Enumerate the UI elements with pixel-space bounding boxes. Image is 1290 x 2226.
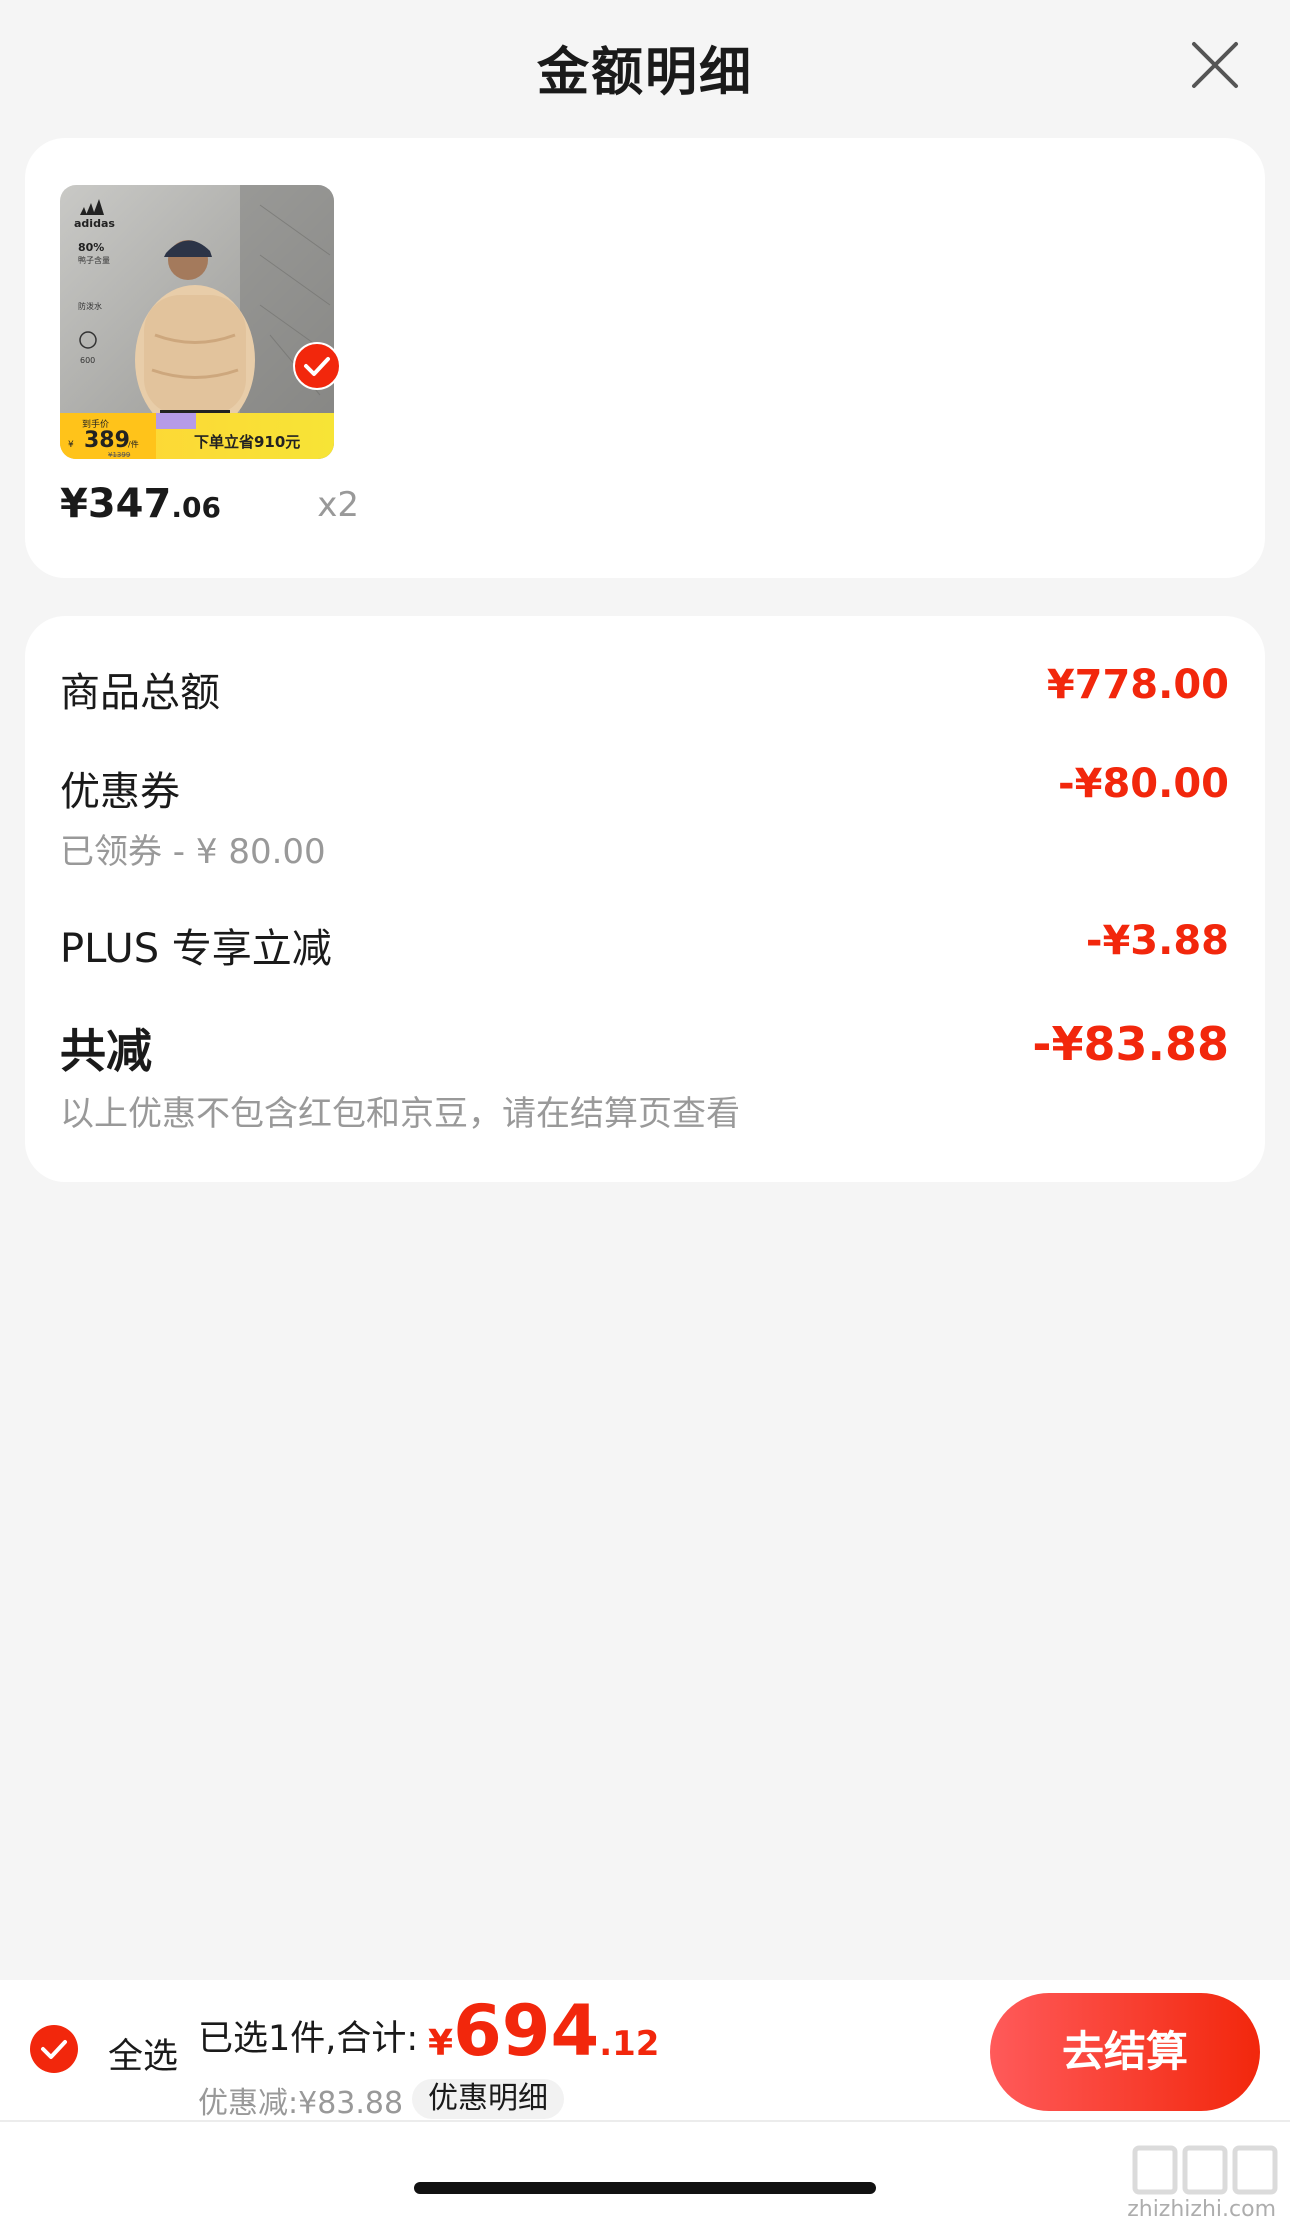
unit-price-int: ¥347 — [60, 481, 172, 527]
unit-price: ¥347.06 — [60, 481, 221, 527]
coupon-value: -¥80.00 — [1058, 761, 1229, 807]
svg-text:¥: ¥ — [68, 440, 74, 450]
total-price: ¥694.12 — [428, 1990, 659, 2072]
coupon-label: 优惠券 — [60, 769, 180, 815]
subtotal-value: ¥778.00 — [1046, 662, 1229, 708]
svg-text:adidas: adidas — [74, 217, 115, 230]
close-icon[interactable] — [1180, 30, 1250, 100]
svg-text:鸭子含量: 鸭子含量 — [78, 255, 110, 265]
total-discount-value: -¥83.88 — [1032, 1017, 1229, 1071]
page-title: 金额明细 — [536, 43, 753, 103]
plus-discount-label: PLUS 专享立减 — [60, 926, 332, 972]
discount-summary: 优惠减:¥83.88 — [198, 2086, 404, 2121]
svg-text:防泼水: 防泼水 — [78, 301, 102, 311]
svg-text:80%: 80% — [78, 241, 104, 254]
select-all-checkbox-icon[interactable] — [30, 2025, 78, 2073]
coupon-sub: 已领券 - ¥ 80.00 — [60, 832, 326, 872]
total-discount-note: 以上优惠不包含红包和京豆，请在结算页查看 — [60, 1094, 740, 1134]
total-dec: .12 — [599, 2024, 660, 2064]
svg-text:/件: /件 — [128, 439, 139, 449]
product-card: adidas 80% 鸭子含量 防泼水 600 到手价 ¥ 389 /件 ¥13… — [25, 138, 1265, 578]
total-discount-label: 共减 — [60, 1024, 152, 1078]
svg-text:389: 389 — [84, 428, 130, 453]
svg-text:¥1399: ¥1399 — [108, 451, 130, 459]
svg-text:下单立省910元: 下单立省910元 — [194, 433, 300, 451]
amount-detail-card: 商品总额 ¥778.00 优惠券 -¥80.00 已领券 - ¥ 80.00 P… — [25, 616, 1265, 1182]
divider — [0, 2120, 1290, 2122]
total-int: 694 — [453, 1990, 600, 2072]
select-all-label[interactable]: 全选 — [108, 2028, 178, 2079]
subtotal-label: 商品总额 — [60, 670, 220, 716]
watermark-text: zhizhizhi.com — [1127, 2197, 1276, 2222]
unit-price-dec: .06 — [171, 491, 221, 524]
total-currency: ¥ — [428, 2023, 454, 2064]
home-indicator[interactable] — [414, 2182, 876, 2194]
product-image[interactable]: adidas 80% 鸭子含量 防泼水 600 到手价 ¥ 389 /件 ¥13… — [60, 185, 334, 459]
svg-text:600: 600 — [80, 356, 95, 365]
quantity: x2 — [317, 485, 359, 525]
product-checked-icon[interactable] — [293, 342, 341, 390]
sheet-header: 金额明细 — [0, 0, 1290, 130]
discount-detail-button[interactable]: 优惠明细 — [412, 2079, 564, 2119]
selected-summary: 已选1件,合计: — [198, 2019, 419, 2059]
plus-discount-value: -¥3.88 — [1085, 918, 1229, 964]
product-photo: adidas 80% 鸭子含量 防泼水 600 到手价 ¥ 389 /件 ¥13… — [60, 185, 334, 459]
checkout-button[interactable]: 去结算 — [990, 1993, 1260, 2111]
